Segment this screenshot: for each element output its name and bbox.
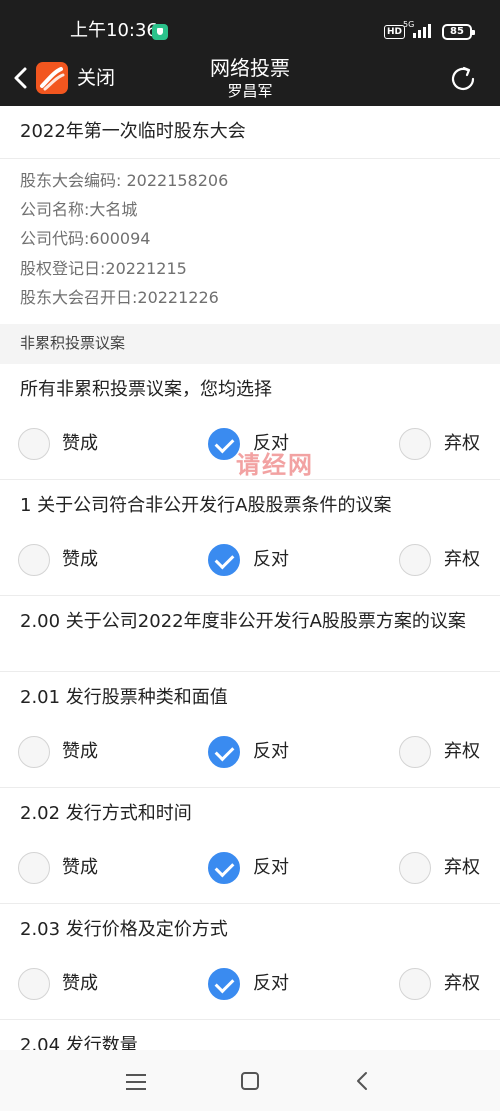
abstain-option[interactable]: 弃权 bbox=[399, 736, 489, 770]
radio-unchecked-icon[interactable] bbox=[399, 968, 431, 1000]
radio-unchecked-icon[interactable] bbox=[399, 852, 431, 884]
abstain-option[interactable]: 弃权 bbox=[399, 428, 489, 462]
title-bar: 关闭 网络投票 罗昌军 bbox=[0, 50, 500, 106]
vote-options: 赞成 反对 弃权 bbox=[0, 958, 500, 1016]
proposal-title: 2.00 关于公司2022年度非公开发行A股股票方案的议案 bbox=[20, 611, 466, 632]
shield-icon bbox=[152, 24, 168, 40]
abstain-option[interactable]: 弃权 bbox=[399, 968, 489, 1002]
abstain-label: 弃权 bbox=[444, 433, 480, 454]
status-bar: 上午10:36 HD 5G 85 bbox=[0, 0, 500, 50]
approve-label: 赞成 bbox=[62, 741, 98, 762]
proposal-title: 2.02 发行方式和时间 bbox=[20, 803, 192, 824]
battery-icon: 85 bbox=[442, 24, 475, 40]
radio-unchecked-icon[interactable] bbox=[18, 852, 50, 884]
abstain-label: 弃权 bbox=[444, 973, 480, 994]
approve-option[interactable]: 赞成 bbox=[18, 428, 118, 462]
approve-option[interactable]: 赞成 bbox=[18, 968, 118, 1002]
abstain-option[interactable]: 弃权 bbox=[399, 852, 489, 886]
radio-unchecked-icon[interactable] bbox=[18, 428, 50, 460]
approve-option[interactable]: 赞成 bbox=[18, 852, 118, 886]
meeting-info: 股东大会编码: 2022158206 公司名称:大名城 公司代码:600094 … bbox=[0, 159, 500, 324]
proposal-2-01: 2.01 发行股票种类和面值 赞成 反对 弃权 bbox=[0, 672, 500, 788]
oppose-label: 反对 bbox=[253, 549, 289, 570]
menu-icon[interactable] bbox=[126, 1074, 146, 1090]
radio-checked-icon[interactable] bbox=[208, 544, 240, 576]
meeting-date: 股东大会召开日:20221226 bbox=[20, 287, 219, 307]
oppose-option[interactable]: 反对 bbox=[208, 736, 308, 770]
approve-option[interactable]: 赞成 bbox=[18, 544, 118, 578]
proposal-1: 1 关于公司符合非公开发行A股股票条件的议案 赞成 反对 弃权 bbox=[0, 480, 500, 596]
oppose-label: 反对 bbox=[253, 973, 289, 994]
hd-icon: HD bbox=[384, 25, 406, 39]
abstain-label: 弃权 bbox=[444, 857, 480, 878]
page-title: 网络投票 bbox=[210, 56, 290, 80]
approve-label: 赞成 bbox=[62, 433, 98, 454]
approve-label: 赞成 bbox=[62, 973, 98, 994]
vote-options: 赞成 反对 弃权 bbox=[0, 842, 500, 900]
approve-label: 赞成 bbox=[62, 549, 98, 570]
radio-unchecked-icon[interactable] bbox=[18, 968, 50, 1000]
section-header: 非累积投票议案 bbox=[0, 324, 500, 364]
approve-option[interactable]: 赞成 bbox=[18, 736, 118, 770]
signal-icon bbox=[413, 24, 437, 38]
radio-checked-icon[interactable] bbox=[208, 736, 240, 768]
company-name: 公司名称:大名城 bbox=[20, 200, 138, 220]
radio-unchecked-icon[interactable] bbox=[399, 428, 431, 460]
radio-checked-icon[interactable] bbox=[208, 852, 240, 884]
proposal-title: 1 关于公司符合非公开发行A股股票条件的议案 bbox=[20, 495, 392, 516]
radio-unchecked-icon[interactable] bbox=[18, 544, 50, 576]
proposal-title: 2.04 发行数量 bbox=[20, 1035, 138, 1050]
proposal-2-00: 2.00 关于公司2022年度非公开发行A股股票方案的议案 bbox=[0, 596, 500, 672]
radio-unchecked-icon[interactable] bbox=[399, 736, 431, 768]
abstain-option[interactable]: 弃权 bbox=[399, 544, 489, 578]
approve-label: 赞成 bbox=[62, 857, 98, 878]
page-subtitle: 罗昌军 bbox=[227, 82, 273, 100]
oppose-option[interactable]: 反对 bbox=[208, 968, 308, 1002]
proposal-title: 所有非累积投票议案，您均选择 bbox=[20, 379, 272, 400]
proposal-2-02: 2.02 发行方式和时间 赞成 反对 弃权 bbox=[0, 788, 500, 904]
watermark-text: 请经网 bbox=[236, 451, 314, 479]
status-time: 上午10:36 bbox=[70, 20, 158, 41]
oppose-option[interactable]: 反对 bbox=[208, 852, 308, 886]
company-code: 公司代码:600094 bbox=[20, 229, 151, 249]
system-nav-bar bbox=[0, 1050, 500, 1111]
refresh-icon[interactable] bbox=[446, 62, 480, 96]
radio-unchecked-icon[interactable] bbox=[18, 736, 50, 768]
proposal-2-04: 2.04 发行数量 bbox=[0, 1020, 500, 1050]
radio-unchecked-icon[interactable] bbox=[399, 544, 431, 576]
vote-options: 赞成 反对 弃权 bbox=[0, 726, 500, 784]
record-date: 股权登记日:20221215 bbox=[20, 258, 187, 278]
vote-options: 赞成 反对 弃权 bbox=[0, 534, 500, 592]
home-icon[interactable] bbox=[241, 1072, 259, 1090]
oppose-label: 反对 bbox=[253, 857, 289, 878]
abstain-label: 弃权 bbox=[444, 549, 480, 570]
radio-checked-icon[interactable] bbox=[208, 968, 240, 1000]
meeting-title: 2022年第一次临时股东大会 bbox=[0, 106, 500, 159]
proposal-2-03: 2.03 发行价格及定价方式 赞成 反对 弃权 bbox=[0, 904, 500, 1020]
proposal-title: 2.03 发行价格及定价方式 bbox=[20, 919, 228, 940]
back-icon[interactable] bbox=[354, 1070, 370, 1092]
abstain-label: 弃权 bbox=[444, 741, 480, 762]
oppose-label: 反对 bbox=[253, 741, 289, 762]
meeting-code: 股东大会编码: 2022158206 bbox=[20, 171, 229, 190]
oppose-option[interactable]: 反对 bbox=[208, 544, 308, 578]
proposal-title: 2.01 发行股票种类和面值 bbox=[20, 687, 228, 708]
vote-content[interactable]: 2022年第一次临时股东大会 股东大会编码: 2022158206 公司名称:大… bbox=[0, 106, 500, 1050]
